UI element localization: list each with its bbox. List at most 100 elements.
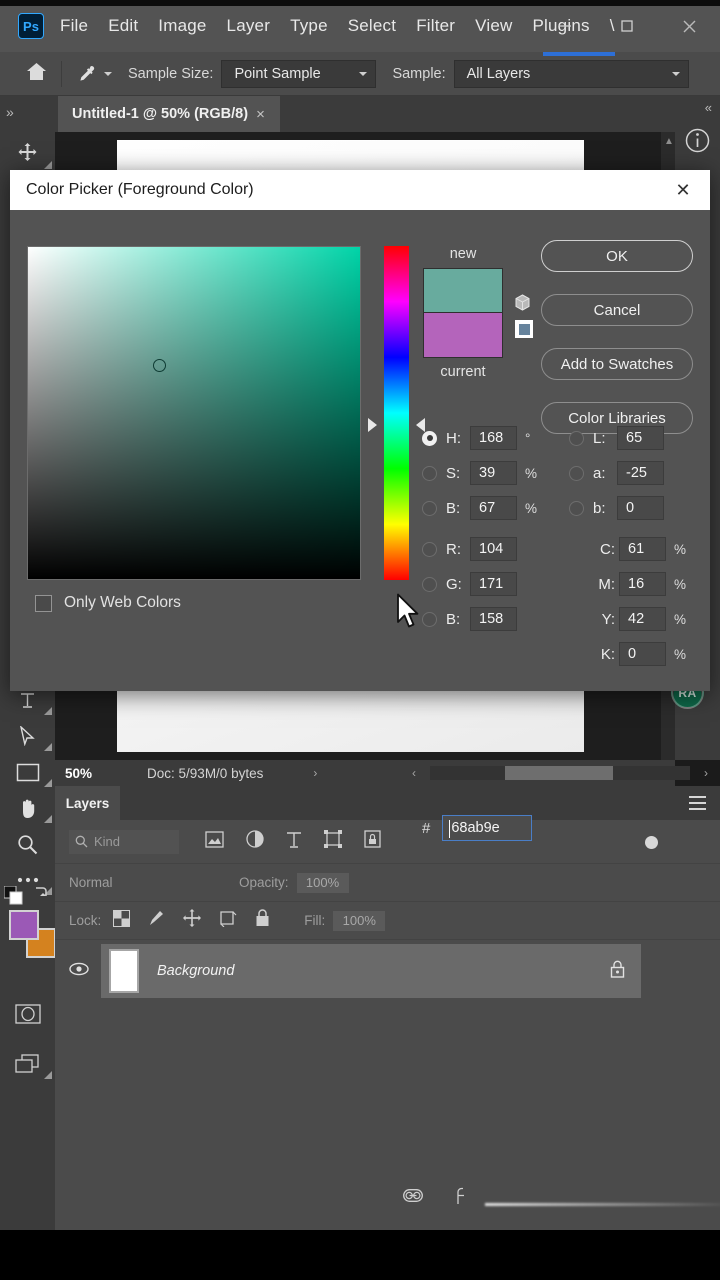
shape-filter-icon[interactable] <box>324 830 342 853</box>
lab-b-radio[interactable] <box>569 500 584 516</box>
color-selection-marker[interactable] <box>153 359 166 372</box>
maximize-icon[interactable] <box>596 0 658 52</box>
lab-b-input[interactable]: 0 <box>617 496 664 520</box>
filter-enable-toggle[interactable] <box>645 836 658 849</box>
brightness-radio[interactable] <box>422 500 437 516</box>
magenta-input[interactable]: 16 <box>619 572 666 596</box>
menu-file[interactable]: File <box>60 16 88 36</box>
link-layers-icon[interactable] <box>403 1189 423 1207</box>
blue-input[interactable]: 158 <box>470 607 517 631</box>
menu-filter[interactable]: Filter <box>416 16 455 36</box>
lock-transparent-icon[interactable] <box>113 909 131 932</box>
pixel-filter-icon[interactable] <box>205 830 224 853</box>
status-chevron-icon[interactable]: › <box>313 766 317 780</box>
menu-select[interactable]: Select <box>348 16 396 36</box>
foreground-color-swatch[interactable] <box>9 910 39 940</box>
fill-value[interactable]: 100% <box>333 910 386 931</box>
layer-name[interactable]: Background <box>157 963 234 979</box>
smart-object-filter-icon[interactable] <box>364 830 381 853</box>
info-icon[interactable] <box>675 118 720 163</box>
rectangle-tool[interactable] <box>0 754 55 790</box>
lab-l-input[interactable]: 65 <box>617 426 664 450</box>
scroll-left-icon[interactable]: ‹ <box>412 766 416 780</box>
hue-slider-handle-left[interactable] <box>368 418 377 432</box>
saturation-input[interactable]: 39 <box>470 461 517 485</box>
lab-a-radio[interactable] <box>569 465 584 481</box>
move-tool[interactable] <box>0 132 55 172</box>
hand-tool[interactable] <box>0 790 55 826</box>
document-tab[interactable]: Untitled-1 @ 50% (RGB/8) × <box>58 96 280 132</box>
lab-a-input[interactable]: -25 <box>617 461 664 485</box>
red-input[interactable]: 104 <box>470 537 517 561</box>
blend-mode-select[interactable]: Normal <box>69 875 239 890</box>
zoom-level[interactable]: 50% <box>65 766 92 781</box>
default-colors-icon[interactable] <box>3 885 24 906</box>
opacity-value[interactable]: 100% <box>296 872 349 893</box>
blue-radio[interactable] <box>422 611 437 627</box>
expand-left-icon[interactable]: » <box>6 104 14 120</box>
lock-image-icon[interactable] <box>148 909 165 932</box>
menu-view[interactable]: View <box>475 16 512 36</box>
menu-edit[interactable]: Edit <box>108 16 138 36</box>
layer-visibility-icon[interactable] <box>69 962 89 981</box>
cyan-input[interactable]: 61 <box>619 537 666 561</box>
brightness-input[interactable]: 67 <box>470 496 517 520</box>
yellow-input[interactable]: 42 <box>619 607 666 631</box>
sample-size-select[interactable]: Point Sample <box>221 59 377 88</box>
green-input[interactable]: 171 <box>470 572 517 596</box>
menu-layer[interactable]: Layer <box>227 16 271 36</box>
path-selection-tool[interactable] <box>0 718 55 754</box>
filter-kind-select[interactable]: Kind <box>69 829 179 854</box>
home-icon[interactable] <box>26 62 47 86</box>
layer-fx-icon[interactable] <box>457 1187 471 1210</box>
menu-image[interactable]: Image <box>158 16 206 36</box>
red-radio[interactable] <box>422 541 437 557</box>
zoom-tool[interactable] <box>0 826 55 862</box>
panel-menu-icon[interactable] <box>689 796 706 814</box>
screen-mode-icon[interactable] <box>0 1046 55 1082</box>
close-icon[interactable]: ✕ <box>656 170 710 210</box>
saturation-brightness-field[interactable] <box>27 246 361 580</box>
type-filter-icon[interactable] <box>286 831 302 853</box>
black-input[interactable]: 0 <box>619 642 666 666</box>
dock-collapse-icon[interactable]: « <box>675 96 720 118</box>
cancel-button[interactable]: Cancel <box>541 294 693 326</box>
ok-button[interactable]: OK <box>541 240 693 272</box>
lock-artboard-icon[interactable] <box>219 910 237 932</box>
quick-mask-icon[interactable] <box>0 996 55 1032</box>
saturation-radio[interactable] <box>422 465 437 481</box>
swap-colors-icon[interactable] <box>32 884 49 905</box>
only-web-colors-checkbox[interactable] <box>35 594 52 612</box>
menu-type[interactable]: Type <box>290 16 328 36</box>
current-color-swatch[interactable] <box>423 313 503 358</box>
tool-more-triangle <box>44 161 52 169</box>
scroll-right-icon[interactable]: › <box>704 766 708 780</box>
close-icon[interactable] <box>658 0 720 52</box>
table-row[interactable]: Background <box>55 940 720 1002</box>
hue-input[interactable]: 168 <box>470 426 517 450</box>
close-icon[interactable]: × <box>256 106 265 123</box>
layer-thumbnail[interactable] <box>109 949 139 993</box>
hue-slider[interactable] <box>384 246 409 580</box>
sample-select[interactable]: All Layers <box>453 59 689 88</box>
only-web-colors-row[interactable]: Only Web Colors <box>35 594 181 612</box>
tab-layers[interactable]: Layers <box>55 786 120 820</box>
scrollbar-thumb[interactable] <box>505 766 613 780</box>
green-radio[interactable] <box>422 576 437 592</box>
blue-label: B: <box>446 610 461 628</box>
hex-input[interactable]: 68ab9e <box>442 815 533 841</box>
add-to-swatches-button[interactable]: Add to Swatches <box>541 348 693 380</box>
hue-radio[interactable] <box>422 430 437 446</box>
horizontal-scrollbar[interactable]: ‹ › <box>412 766 708 780</box>
eyedropper-icon[interactable] <box>76 64 112 84</box>
lab-l-radio[interactable] <box>569 430 584 446</box>
adjustment-filter-icon[interactable] <box>246 830 264 853</box>
lock-position-icon[interactable] <box>183 909 202 932</box>
layer-card[interactable]: Background <box>101 944 641 998</box>
web-safe-warning-icon[interactable] <box>515 320 533 338</box>
scroll-up-icon[interactable]: ▲ <box>664 136 674 147</box>
chevron-down-icon[interactable] <box>104 71 112 76</box>
minimize-icon[interactable] <box>534 0 596 52</box>
lock-all-icon[interactable] <box>255 909 270 932</box>
gamut-warning-icon[interactable] <box>514 294 531 316</box>
